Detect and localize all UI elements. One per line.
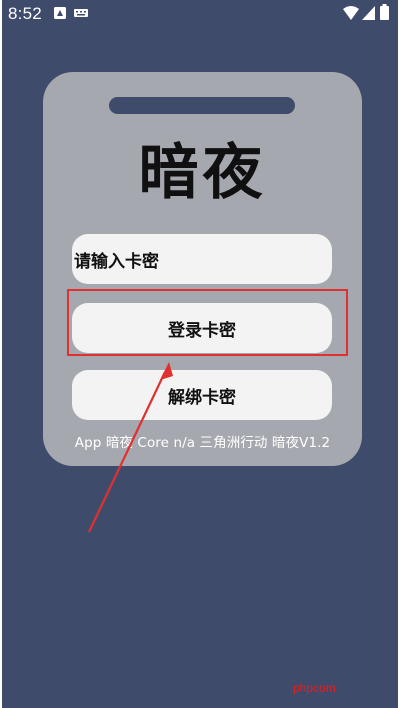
- watermark: phpcom: [293, 681, 336, 695]
- pointer-arrow: [88, 362, 173, 533]
- app-screen: 8:52 暗夜 请输入卡密 登录卡密 解绑卡密 App 暗夜 Core n/a …: [2, 0, 398, 708]
